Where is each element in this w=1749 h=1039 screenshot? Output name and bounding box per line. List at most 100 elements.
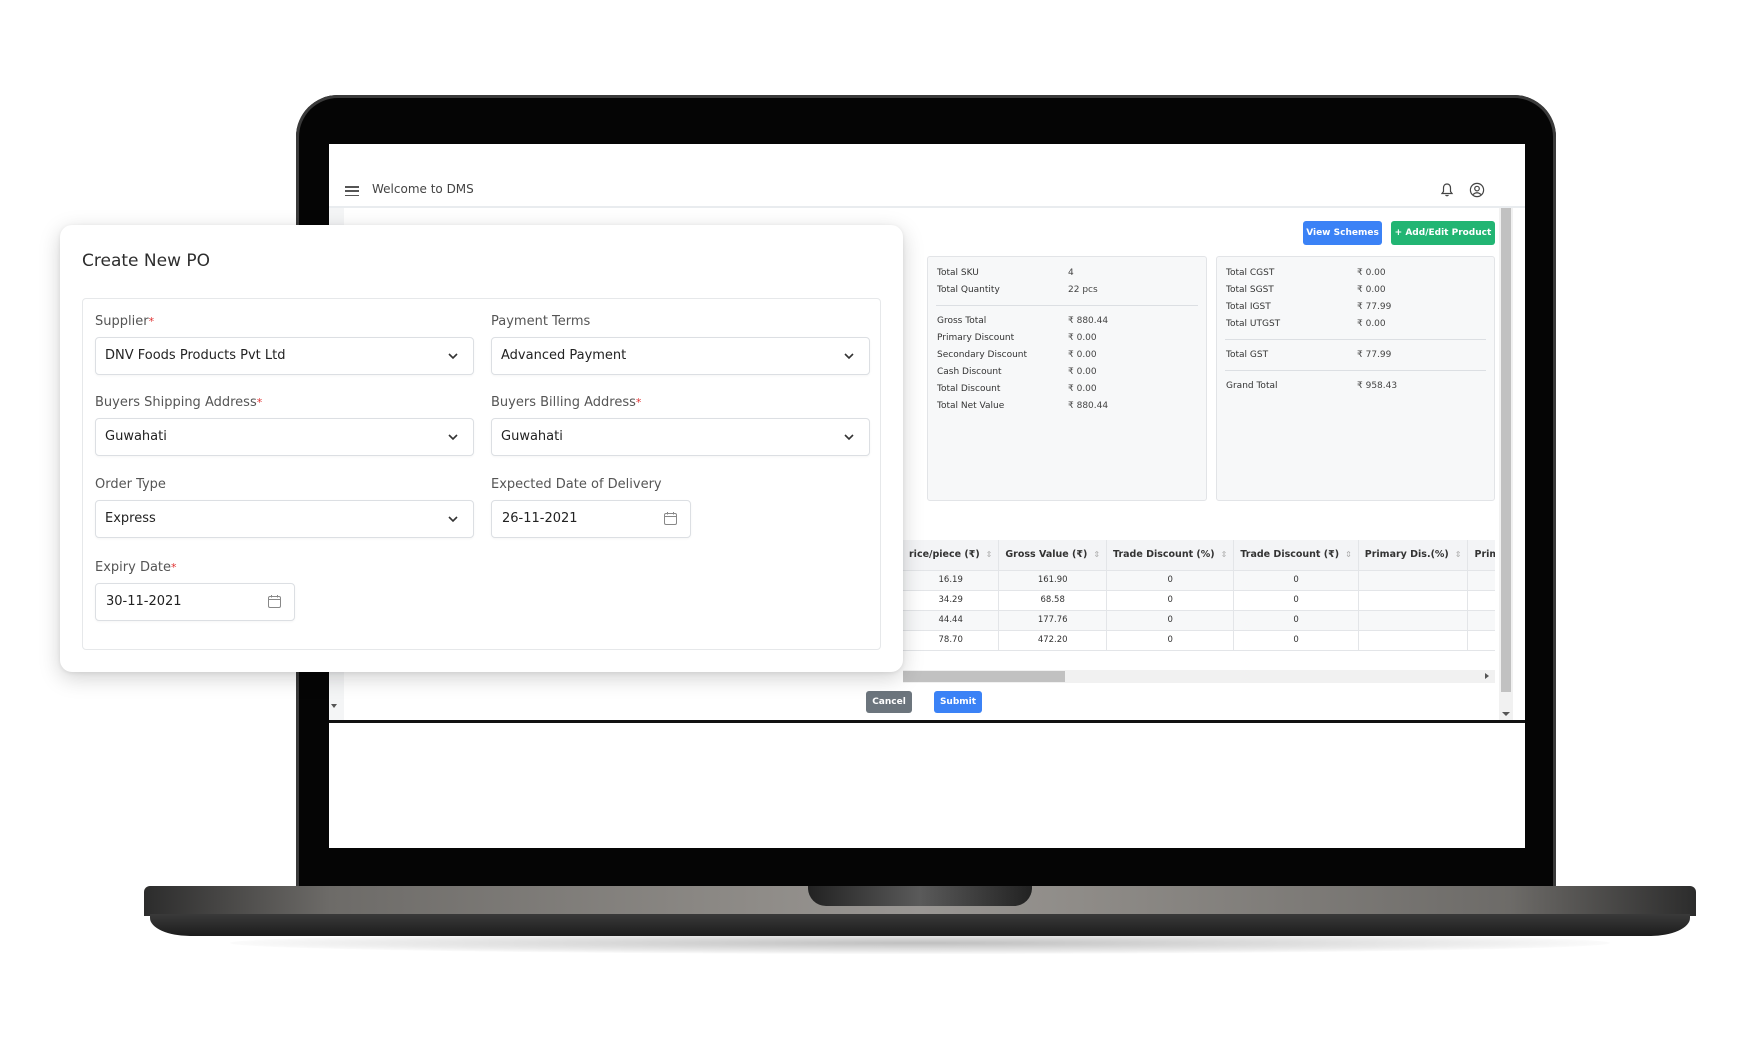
summary-row: Primary Discount ₹ 0.00: [937, 333, 1097, 343]
tax-row: Total IGST ₹ 77.99: [1226, 302, 1392, 312]
supplier-label: Supplier*: [95, 314, 155, 329]
sort-icon[interactable]: ⇕: [1221, 550, 1228, 559]
sort-icon[interactable]: ⇕: [1455, 550, 1462, 559]
cell-primary-dis-pct[interactable]: [1358, 630, 1469, 651]
required-mark: *: [256, 396, 263, 409]
grand-total-row: Grand Total ₹ 958.43: [1226, 381, 1398, 391]
cell-primary-d: 0: [1467, 610, 1495, 631]
tax-row: Total UTGST ₹ 0.00: [1226, 319, 1386, 329]
chevron-down-icon: [448, 434, 458, 441]
divider: [1225, 370, 1486, 371]
table-header-row: rice/piece (₹) ⇕ Gross Value (₹) ⇕ Trade D…: [903, 540, 1495, 571]
scrollbar-thumb[interactable]: [903, 671, 1065, 682]
cell-primary-dis-pct[interactable]: [1358, 570, 1469, 591]
table-row: 44.44 177.76 0 0 0: [903, 610, 1495, 631]
screen-divider: [329, 720, 1525, 723]
column-header-primary-d[interactable]: Primary D: [1467, 540, 1495, 571]
add-edit-product-button[interactable]: + Add/Edit Product: [1391, 221, 1495, 245]
cancel-button[interactable]: Cancel: [866, 691, 912, 713]
required-mark: *: [171, 561, 177, 574]
required-mark: *: [148, 315, 155, 328]
table-row: 78.70 472.20 0 0 0: [903, 630, 1495, 651]
expected-delivery-label: Expected Date of Delivery: [491, 477, 662, 492]
shipping-address-select[interactable]: Guwahati: [95, 418, 474, 456]
cell-trade-discount-pct[interactable]: 0: [1106, 630, 1235, 651]
cell-price: 16.19: [903, 570, 1000, 591]
table-row: 34.29 68.58 0 0 0: [903, 590, 1495, 611]
sort-icon[interactable]: ⇕: [1345, 550, 1352, 559]
expiry-date-input[interactable]: 30-11-2021: [95, 583, 295, 621]
column-header-trade-discount-pct[interactable]: Trade Discount (%) ⇕: [1106, 540, 1235, 571]
payment-terms-label: Payment Terms: [491, 314, 591, 329]
product-table: rice/piece (₹) ⇕ Gross Value (₹) ⇕ Trade D…: [903, 540, 1495, 670]
cell-trade-discount-pct[interactable]: 0: [1106, 590, 1235, 611]
cell-price: 78.70: [903, 630, 1000, 651]
view-schemes-button[interactable]: View Schemes: [1303, 221, 1382, 245]
summary-row: Total Discount ₹ 0.00: [937, 384, 1097, 394]
tax-row: Total SGST ₹ 0.00: [1226, 285, 1386, 295]
divider: [1225, 339, 1486, 340]
cell-gross-value: 472.20: [998, 630, 1108, 651]
scroll-right-icon[interactable]: [1485, 673, 1489, 679]
tax-row: Total CGST ₹ 0.00: [1226, 268, 1386, 278]
billing-address-label: Buyers Billing Address*: [491, 395, 642, 410]
chevron-down-icon: [844, 353, 854, 360]
shipping-address-label: Buyers Shipping Address*: [95, 395, 263, 410]
calendar-icon[interactable]: [663, 511, 678, 526]
payment-terms-select[interactable]: Advanced Payment: [491, 337, 870, 375]
sort-icon[interactable]: ⇕: [986, 550, 993, 559]
order-type-select[interactable]: Express: [95, 500, 474, 538]
cell-primary-d: 0: [1467, 590, 1495, 611]
table-row: 16.19 161.90 0 0 0: [903, 570, 1495, 591]
column-header-primary-dis-pct[interactable]: Primary Dis.(%) ⇕: [1358, 540, 1469, 571]
hamburger-icon[interactable]: [345, 186, 359, 197]
cell-primary-dis-pct[interactable]: [1358, 590, 1469, 611]
summary-totals-panel: Total SKU 4 Total Quantity 22 pcs Gross To…: [927, 256, 1207, 501]
laptop-mockup: Welcome to DMS View Schemes + Add/Edit P…: [0, 0, 1749, 1039]
sort-icon[interactable]: ⇕: [1093, 550, 1100, 559]
summary-row: Total Net Value ₹ 880.44: [937, 401, 1109, 411]
summary-row: Secondary Discount ₹ 0.00: [937, 350, 1097, 360]
cell-trade-discount-amt: 0: [1233, 570, 1359, 591]
cell-gross-value: 177.76: [998, 610, 1108, 631]
cell-price: 34.29: [903, 590, 1000, 611]
vertical-scrollbar[interactable]: [1499, 208, 1513, 720]
app-title: Welcome to DMS: [372, 182, 474, 196]
app-header: Welcome to DMS: [329, 144, 1525, 208]
cell-primary-d: 0: [1467, 570, 1495, 591]
cell-trade-discount-amt: 0: [1233, 590, 1359, 611]
submit-button[interactable]: Submit: [934, 691, 982, 713]
user-circle-icon[interactable]: [1469, 182, 1485, 198]
cell-gross-value: 68.58: [998, 590, 1108, 611]
horizontal-scrollbar[interactable]: [903, 670, 1495, 683]
card-title: Create New PO: [82, 251, 211, 271]
chevron-down-icon: [448, 353, 458, 360]
laptop-base-lower: [150, 914, 1690, 936]
cell-price: 44.44: [903, 610, 1000, 631]
cell-trade-discount-pct[interactable]: 0: [1106, 610, 1235, 631]
required-mark: *: [635, 396, 642, 409]
supplier-select[interactable]: DNV Foods Products Pvt Ltd: [95, 337, 474, 375]
chevron-down-icon: [844, 434, 854, 441]
column-header-trade-discount-amt[interactable]: Trade Discount (₹) ⇕: [1233, 540, 1359, 571]
summary-row: Total SKU 4: [937, 268, 1074, 278]
summary-row: Cash Discount ₹ 0.00: [937, 367, 1097, 377]
order-type-label: Order Type: [95, 477, 166, 492]
billing-address-select[interactable]: Guwahati: [491, 418, 870, 456]
po-form: Supplier* DNV Foods Products Pvt Ltd Pay…: [82, 298, 881, 650]
column-header-gross-value[interactable]: Gross Value (₹) ⇕: [998, 540, 1108, 571]
expected-delivery-date-input[interactable]: 26-11-2021: [491, 500, 691, 538]
chevron-down-icon: [448, 516, 458, 523]
cell-primary-d: 0: [1467, 630, 1495, 651]
laptop-notch: [808, 886, 1032, 906]
scrollbar-thumb[interactable]: [1501, 208, 1511, 692]
scroll-down-icon[interactable]: [1502, 712, 1510, 716]
expiry-date-label: Expiry Date*: [95, 560, 177, 575]
cell-trade-discount-pct[interactable]: 0: [1106, 570, 1235, 591]
calendar-icon[interactable]: [267, 594, 282, 609]
scroll-down-left-icon: [331, 704, 337, 708]
column-header-price-per-piece[interactable]: rice/piece (₹) ⇕: [903, 540, 1000, 571]
cell-primary-dis-pct[interactable]: [1358, 610, 1469, 631]
bell-icon[interactable]: [1439, 182, 1455, 198]
tax-totals-panel: Total CGST ₹ 0.00 Total SGST ₹ 0.00 Total …: [1216, 256, 1495, 501]
